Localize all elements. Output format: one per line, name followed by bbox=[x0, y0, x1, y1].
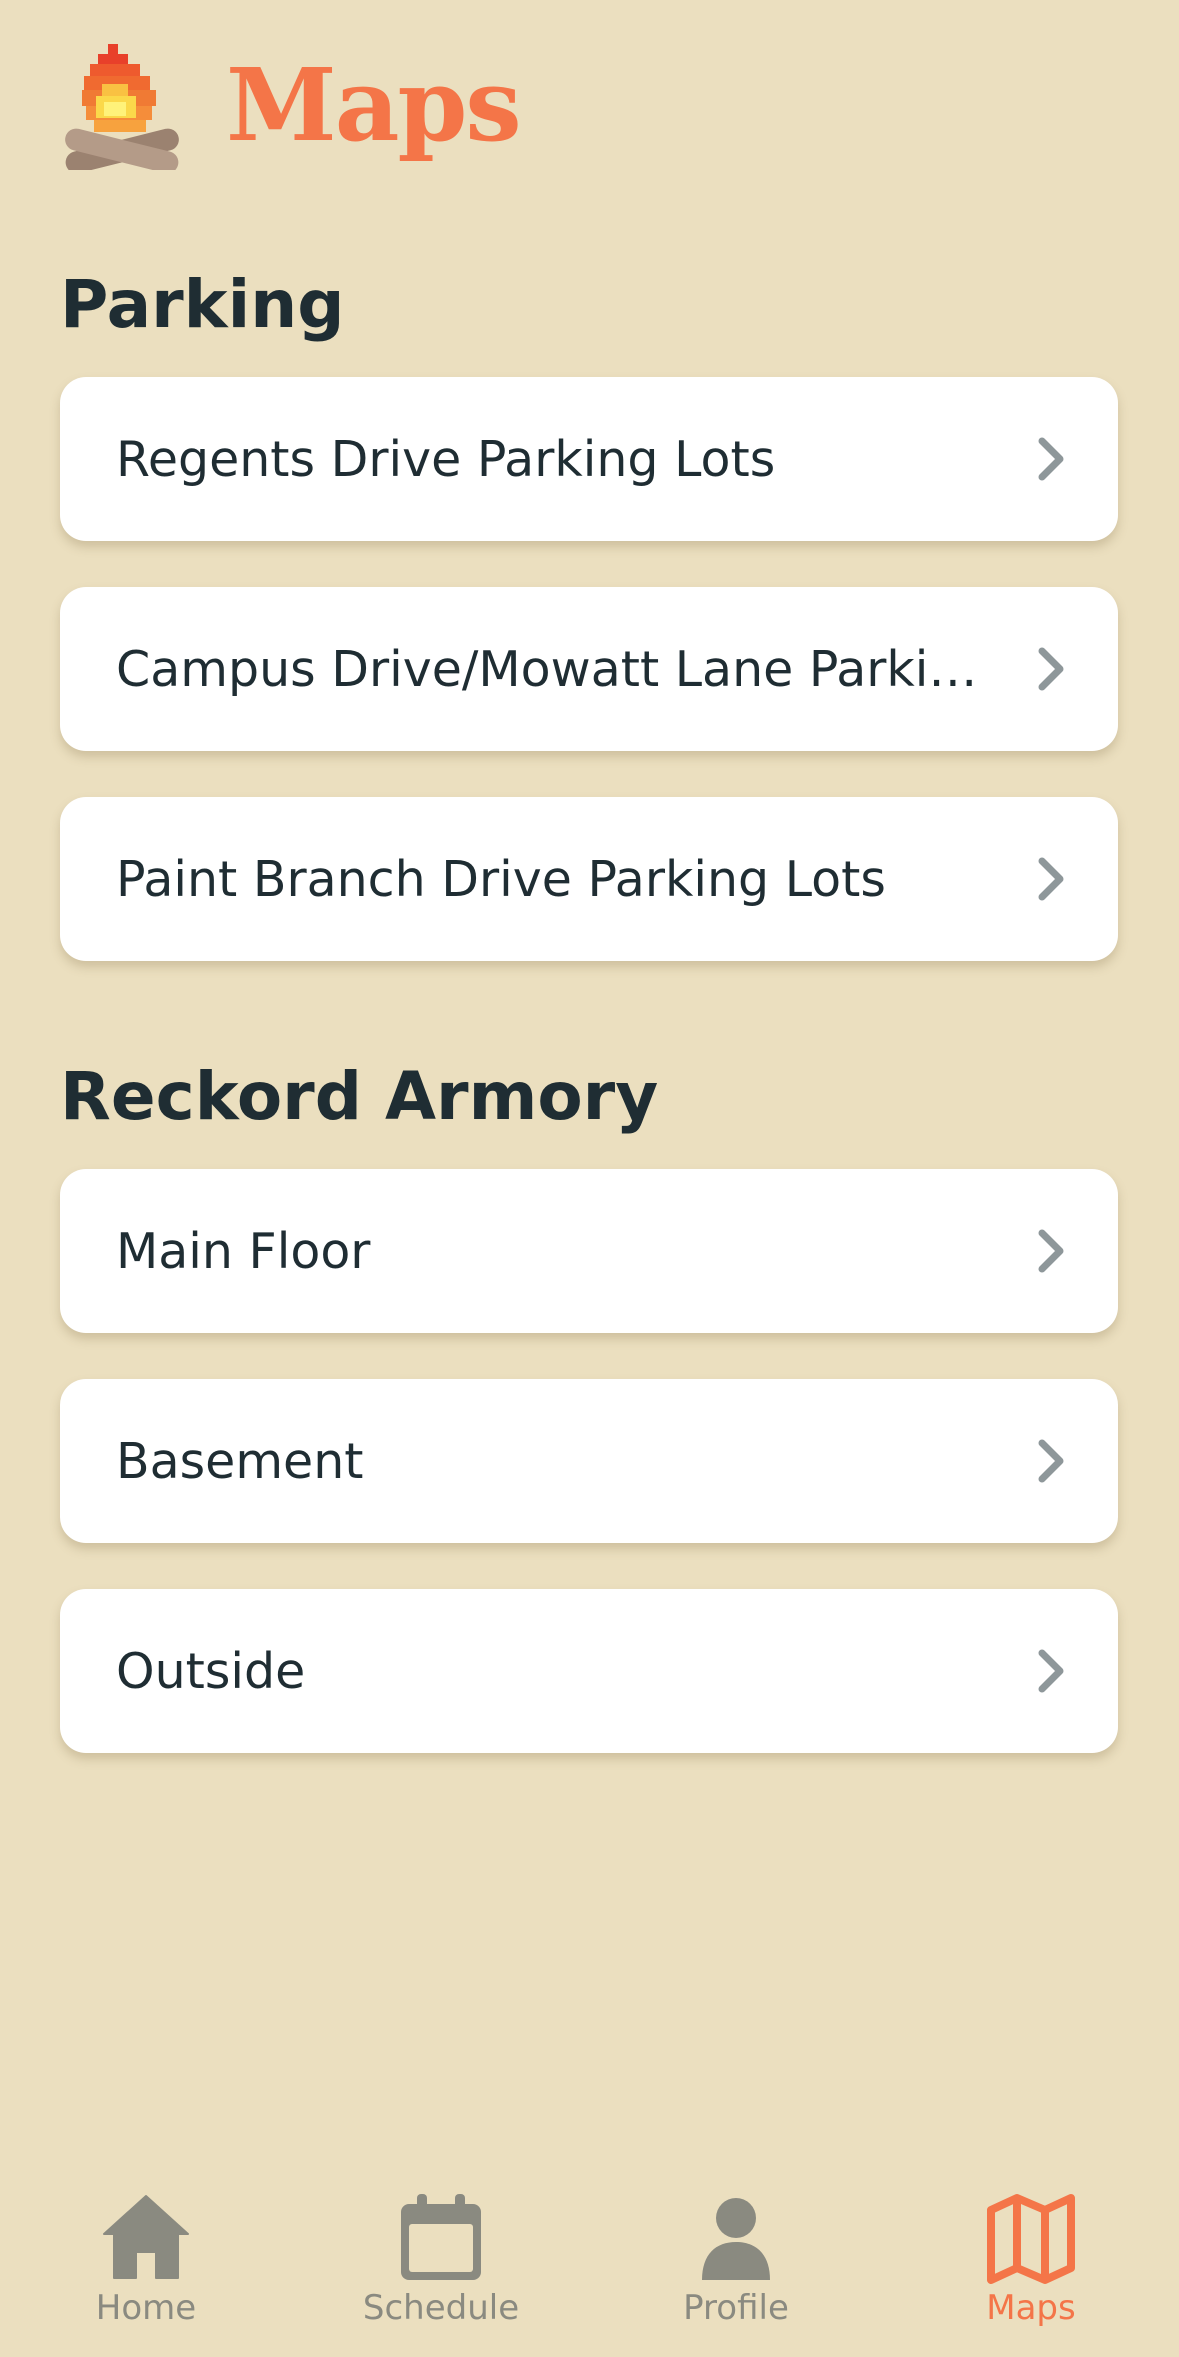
calendar-icon bbox=[401, 2194, 481, 2280]
campfire-icon bbox=[65, 44, 179, 170]
section-title-reckord-armory: Reckord Armory bbox=[60, 1058, 659, 1135]
header: Maps bbox=[60, 40, 522, 170]
person-icon bbox=[702, 2198, 770, 2280]
bottom-tab-bar: Home Schedule Profile Maps bbox=[0, 2180, 1179, 2340]
tab-label: Home bbox=[95, 2288, 197, 2328]
map-item-label: Paint Branch Drive Parking Lots bbox=[116, 850, 886, 908]
tab-profile[interactable]: Profile bbox=[626, 2180, 846, 2340]
chevron-right-icon bbox=[1038, 437, 1064, 481]
chevron-right-icon bbox=[1038, 1439, 1064, 1483]
tab-label: Schedule bbox=[362, 2288, 520, 2328]
tab-label: Profile bbox=[683, 2288, 789, 2328]
tab-home[interactable]: Home bbox=[36, 2180, 256, 2340]
home-icon bbox=[103, 2195, 189, 2279]
map-item-label: Outside bbox=[116, 1642, 306, 1700]
map-item-label: Campus Drive/Mowatt Lane Parking Lots bbox=[116, 640, 1034, 698]
tab-maps[interactable]: Maps bbox=[921, 2180, 1141, 2340]
map-item-campus-drive[interactable]: Campus Drive/Mowatt Lane Parking Lots bbox=[60, 587, 1118, 751]
map-item-paint-branch-drive[interactable]: Paint Branch Drive Parking Lots bbox=[60, 797, 1118, 961]
map-icon bbox=[987, 2194, 1075, 2284]
map-item-label: Regents Drive Parking Lots bbox=[116, 430, 776, 488]
chevron-right-icon bbox=[1038, 647, 1064, 691]
chevron-right-icon bbox=[1038, 857, 1064, 901]
chevron-right-icon bbox=[1038, 1649, 1064, 1693]
map-item-main-floor[interactable]: Main Floor bbox=[60, 1169, 1118, 1333]
tab-label: Maps bbox=[986, 2288, 1076, 2328]
tab-schedule[interactable]: Schedule bbox=[331, 2180, 551, 2340]
map-item-label: Basement bbox=[116, 1432, 364, 1490]
section-title-parking: Parking bbox=[60, 266, 345, 343]
page-title: Maps bbox=[226, 46, 522, 164]
map-item-label: Main Floor bbox=[116, 1222, 371, 1280]
map-item-basement[interactable]: Basement bbox=[60, 1379, 1118, 1543]
map-item-outside[interactable]: Outside bbox=[60, 1589, 1118, 1753]
map-item-regents-drive[interactable]: Regents Drive Parking Lots bbox=[60, 377, 1118, 541]
chevron-right-icon bbox=[1038, 1229, 1064, 1273]
